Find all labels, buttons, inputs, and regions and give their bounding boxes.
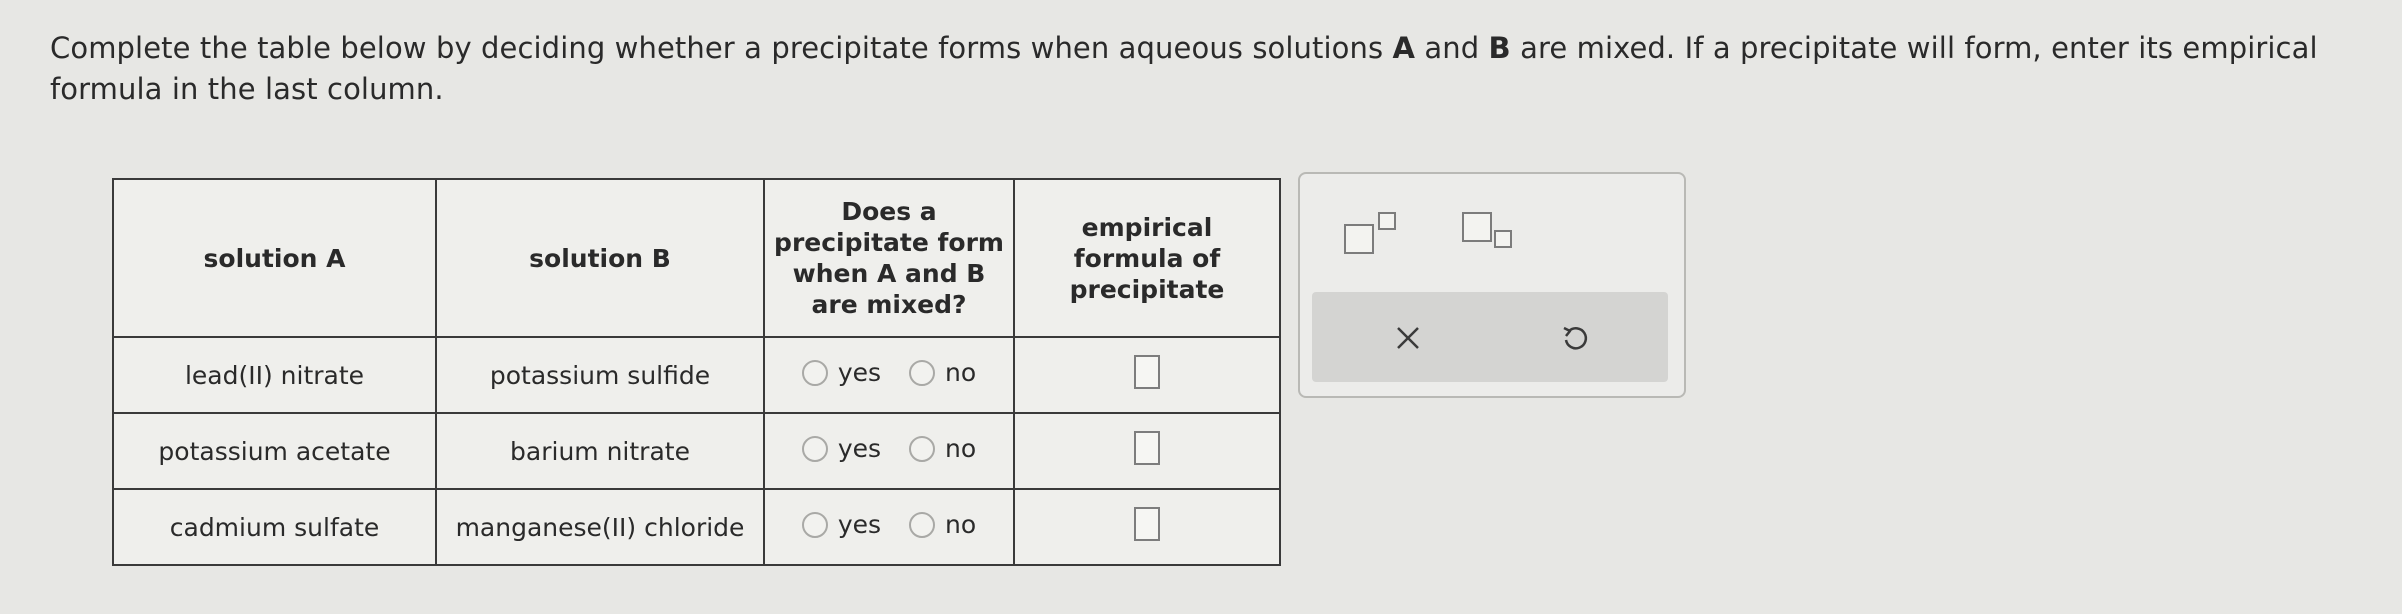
- radio-no[interactable]: no: [909, 357, 976, 388]
- cell-solution-b: manganese(II) chloride: [435, 488, 765, 566]
- prompt-bold-a: A: [1392, 31, 1416, 65]
- radio-yes[interactable]: yes: [801, 357, 882, 388]
- prompt-text-2: and: [1415, 31, 1489, 65]
- cell-solution-a: potassium acetate: [112, 412, 437, 490]
- radio-circle[interactable]: [801, 511, 828, 538]
- radio-no-label: no: [945, 358, 977, 388]
- radio-yes-label: yes: [837, 434, 882, 464]
- prompt-bold-b: B: [1488, 31, 1511, 65]
- superscript-small-box: [1378, 212, 1396, 230]
- cell-formula-input: [1013, 336, 1281, 414]
- undo-button[interactable]: [1546, 310, 1602, 366]
- subscript-icon: [1462, 212, 1492, 242]
- radio-yes-label: yes: [837, 358, 882, 388]
- radio-no[interactable]: no: [909, 509, 976, 540]
- radio-yes-label: yes: [837, 510, 882, 540]
- cell-solution-a: cadmium sulfate: [112, 488, 437, 566]
- cell-solution-b: potassium sulfide: [435, 336, 765, 414]
- cell-precipitate-choice: yes no: [763, 412, 1015, 490]
- prompt-text-1: Complete the table below by deciding whe…: [50, 31, 1393, 65]
- superscript-icon: [1344, 224, 1374, 254]
- subscript-button[interactable]: [1462, 212, 1522, 256]
- header-solution-b: solution B: [435, 178, 765, 338]
- header-solution-a: solution A: [112, 178, 437, 338]
- undo-icon: [1563, 326, 1588, 350]
- radio-yes[interactable]: yes: [801, 509, 882, 540]
- radio-circle[interactable]: [909, 435, 936, 462]
- cell-solution-b: barium nitrate: [435, 412, 765, 490]
- palette-action-bar: [1312, 292, 1668, 382]
- header-precipitate-question: Does a precipitate form when A and B are…: [763, 178, 1015, 338]
- radio-no[interactable]: no: [909, 433, 976, 464]
- clear-icon: [1397, 327, 1419, 349]
- question-prompt: Complete the table below by deciding whe…: [50, 28, 2390, 110]
- cell-formula-input: [1013, 412, 1281, 490]
- cell-solution-a: lead(II) nitrate: [112, 336, 437, 414]
- radio-circle[interactable]: [909, 359, 936, 386]
- subscript-small-box: [1494, 230, 1512, 248]
- header-empirical-formula: empirical formula of precipitate: [1013, 178, 1281, 338]
- cell-precipitate-choice: yes no: [763, 488, 1015, 566]
- table-header-row: solution A solution B Does a precipitate…: [112, 178, 1281, 338]
- radio-no-label: no: [945, 434, 977, 464]
- formula-palette: [1298, 172, 1686, 398]
- radio-yes[interactable]: yes: [801, 433, 882, 464]
- table-row: potassium acetate barium nitrate yes no: [112, 412, 1281, 490]
- question-page: Complete the table below by deciding whe…: [0, 0, 2402, 614]
- radio-circle[interactable]: [801, 435, 828, 462]
- cell-formula-input: [1013, 488, 1281, 566]
- formula-input[interactable]: [1134, 430, 1160, 465]
- precipitate-table: solution A solution B Does a precipitate…: [112, 178, 1281, 566]
- formula-input[interactable]: [1134, 506, 1160, 541]
- table-row: cadmium sulfate manganese(II) chloride y…: [112, 488, 1281, 566]
- superscript-button[interactable]: [1344, 212, 1404, 256]
- radio-no-label: no: [945, 510, 977, 540]
- formula-input[interactable]: [1134, 354, 1160, 389]
- table-row: lead(II) nitrate potassium sulfide yes n…: [112, 336, 1281, 414]
- radio-circle[interactable]: [909, 511, 936, 538]
- radio-circle[interactable]: [801, 359, 828, 386]
- cell-precipitate-choice: yes no: [763, 336, 1015, 414]
- clear-button[interactable]: [1380, 310, 1436, 366]
